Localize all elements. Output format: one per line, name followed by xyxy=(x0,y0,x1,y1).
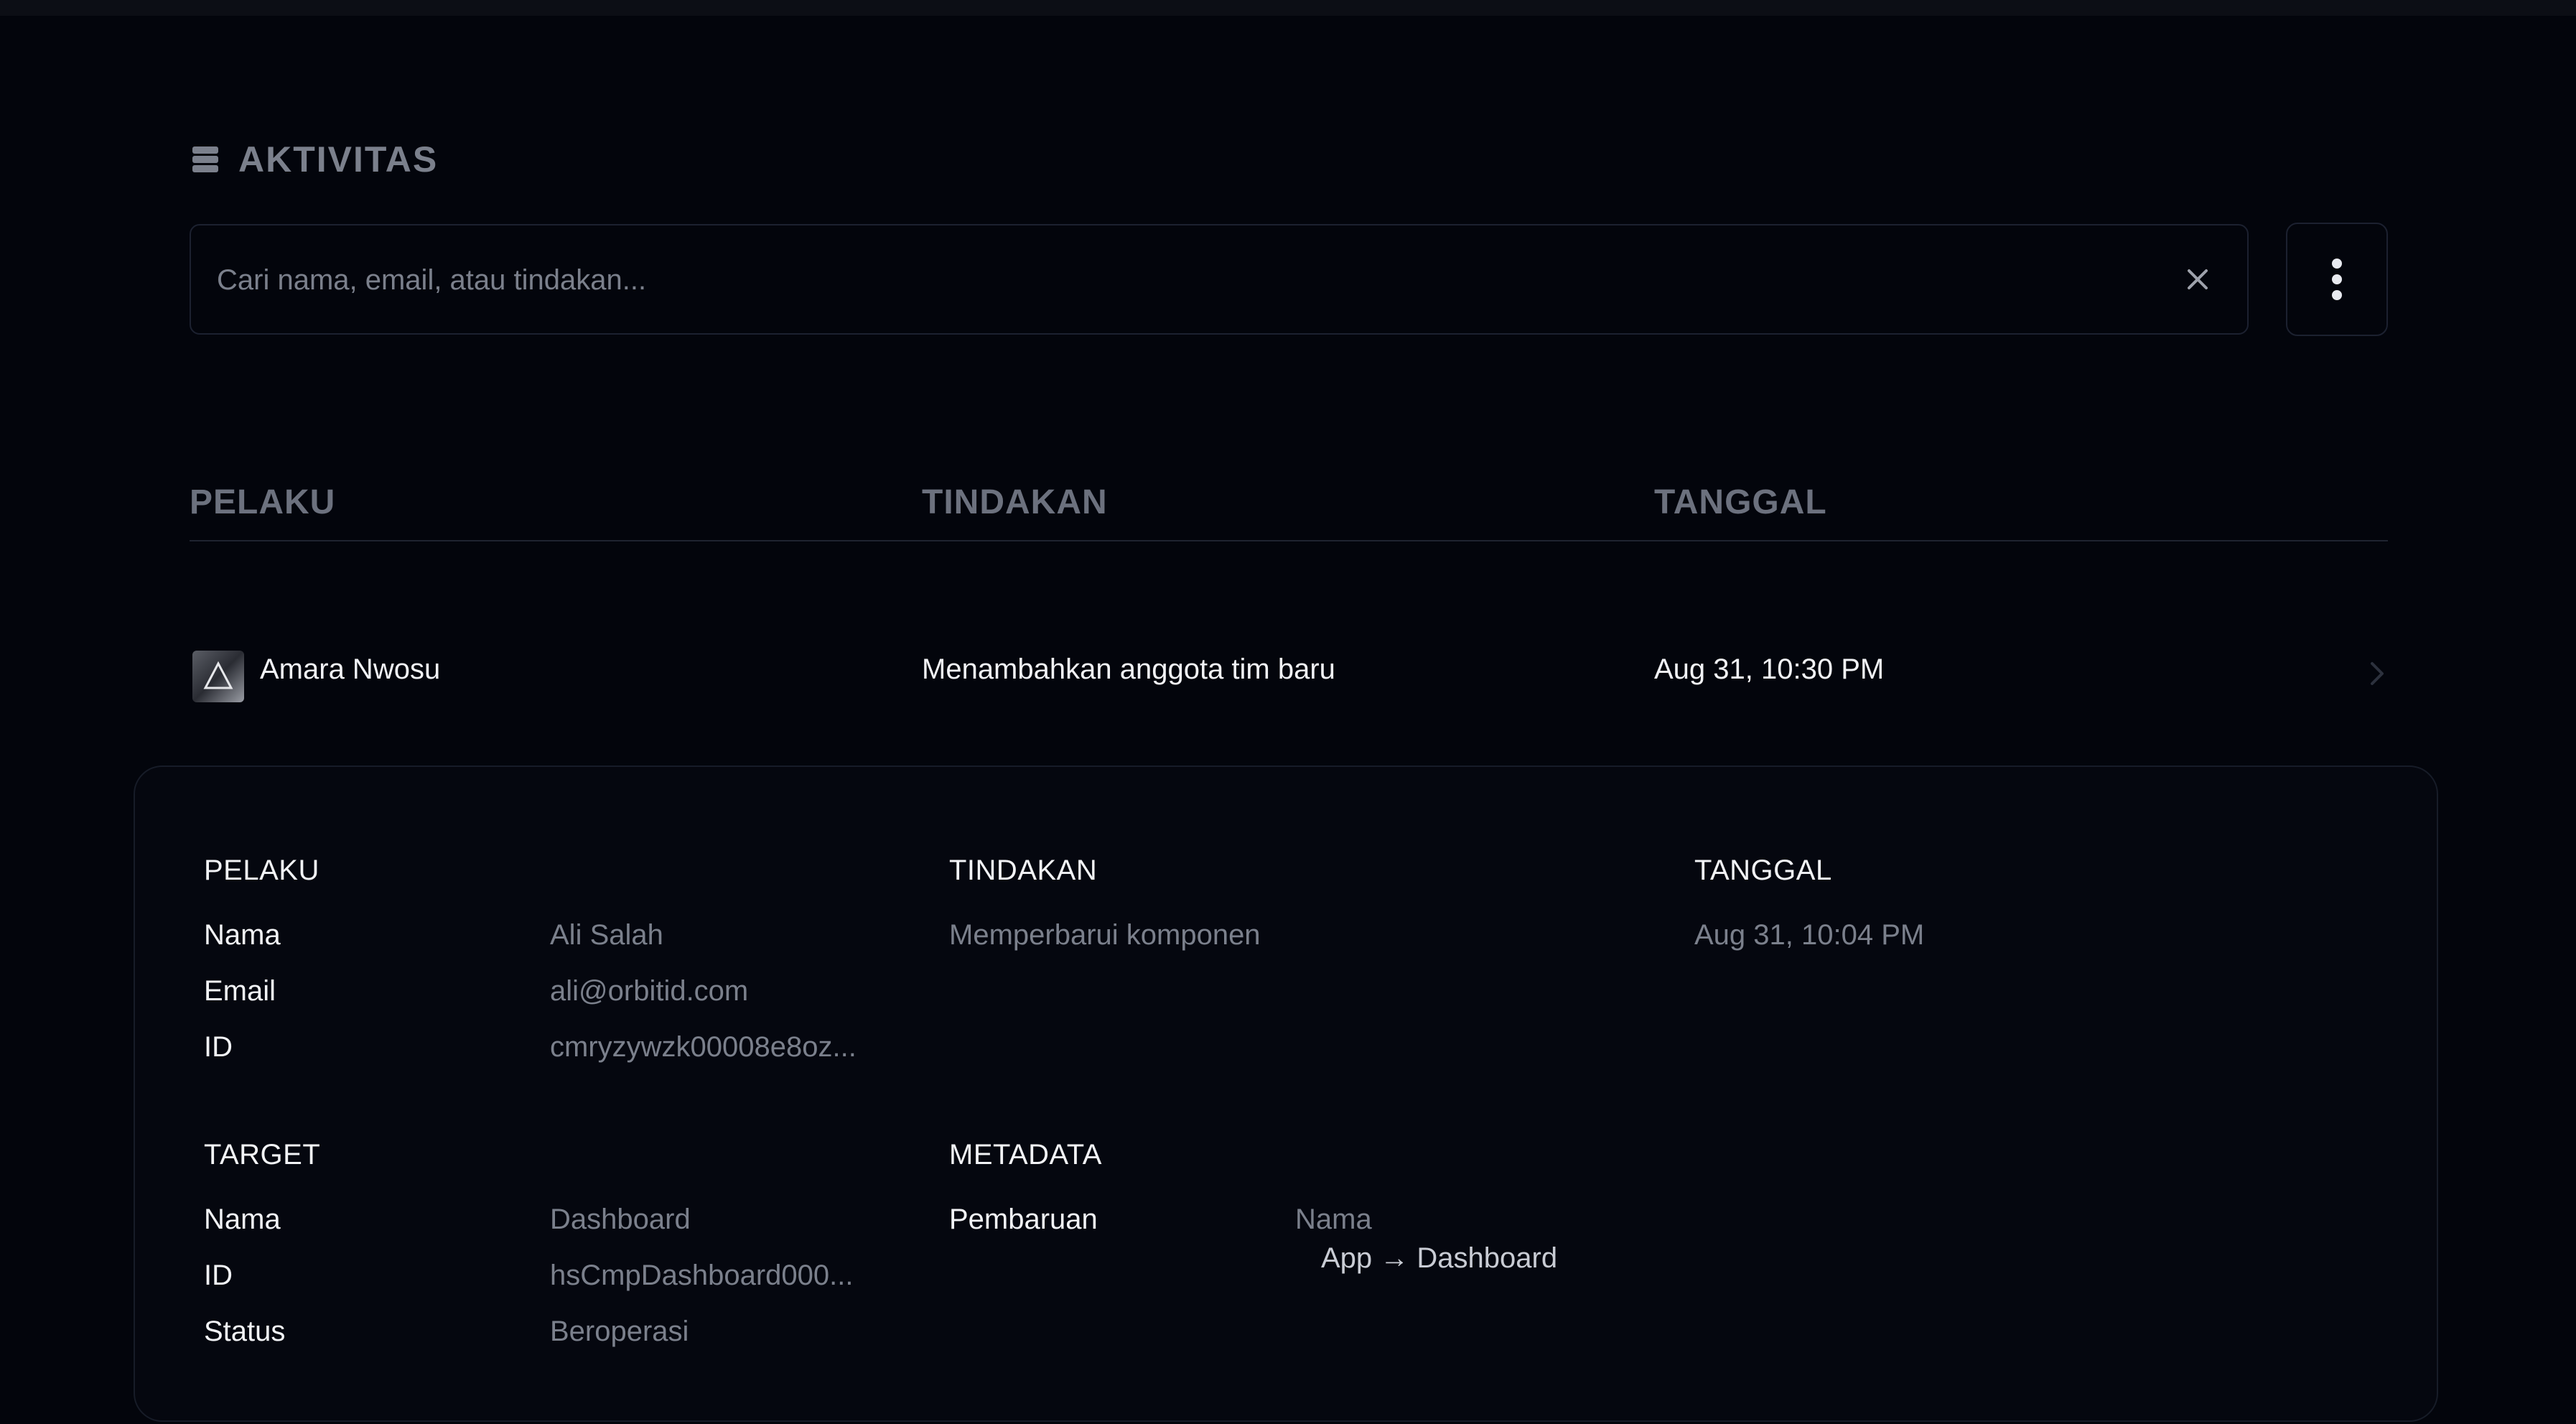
detail-actor-title: PELAKU xyxy=(204,855,319,886)
detail-date-title: TANGGAL xyxy=(1694,855,1832,886)
activity-detail-panel: PELAKU Nama Ali Salah Email ali@orbitid.… xyxy=(134,765,2438,1422)
search-box xyxy=(190,224,2249,335)
table-row[interactable]: Amara Nwosu Menambahkan anggota tim baru… xyxy=(190,641,2388,705)
detail-target-status-label: Status xyxy=(204,1316,286,1347)
detail-target-title: TARGET xyxy=(204,1139,321,1171)
detail-metadata-title: METADATA xyxy=(949,1139,1102,1171)
detail-target-id-value: hsCmpDashboard000... xyxy=(550,1260,854,1291)
clear-search-button[interactable] xyxy=(2178,260,2217,299)
detail-target-name-label: Nama xyxy=(204,1204,281,1235)
database-icon xyxy=(192,146,218,172)
column-header-actor: PELAKU xyxy=(190,483,336,521)
detail-target-status-value: Beroperasi xyxy=(550,1316,689,1347)
detail-actor-email-value: ali@orbitid.com xyxy=(550,975,749,1007)
detail-actor-name-value: Ali Salah xyxy=(550,919,663,951)
detail-actor-name-label: Nama xyxy=(204,919,281,951)
page-header: AKTIVITAS xyxy=(190,138,438,181)
detail-target-id-label: ID xyxy=(204,1260,233,1291)
detail-metadata-change: App → Dashboard xyxy=(1321,1242,1558,1274)
table-header: PELAKU TINDAKAN TANGGAL xyxy=(190,483,2388,541)
detail-target-name-value: Dashboard xyxy=(550,1204,691,1235)
detail-action-value: Memperbarui komponen xyxy=(949,919,1261,951)
detail-actor-email-label: Email xyxy=(204,975,276,1007)
column-header-action: TINDAKAN xyxy=(922,483,1108,521)
detail-metadata-field: Nama xyxy=(1295,1204,1372,1235)
activity-page: AKTIVITAS PELAKU TINDAKAN TANGGAL xyxy=(0,16,2576,1424)
detail-metadata-key: Pembaruan xyxy=(949,1204,1098,1235)
row-actor-name: Amara Nwosu xyxy=(260,653,441,685)
page-title: AKTIVITAS xyxy=(238,139,439,180)
more-vertical-icon xyxy=(2332,259,2342,300)
row-action: Menambahkan anggota tim baru xyxy=(922,653,1335,685)
detail-action-title: TINDAKAN xyxy=(949,855,1098,886)
avatar xyxy=(192,651,244,702)
column-header-date: TANGGAL xyxy=(1654,483,1827,521)
detail-date-value: Aug 31, 10:04 PM xyxy=(1694,919,1925,951)
top-bar xyxy=(0,0,2576,16)
close-icon xyxy=(2188,269,2208,289)
row-date: Aug 31, 10:30 PM xyxy=(1654,653,1885,685)
chevron-right-icon[interactable] xyxy=(2366,659,2388,688)
detail-actor-id-value: cmryzywzk00008e8oz... xyxy=(550,1031,857,1063)
detail-actor-id-label: ID xyxy=(204,1031,233,1063)
more-options-button[interactable] xyxy=(2286,223,2388,336)
search-input[interactable] xyxy=(215,225,2157,335)
